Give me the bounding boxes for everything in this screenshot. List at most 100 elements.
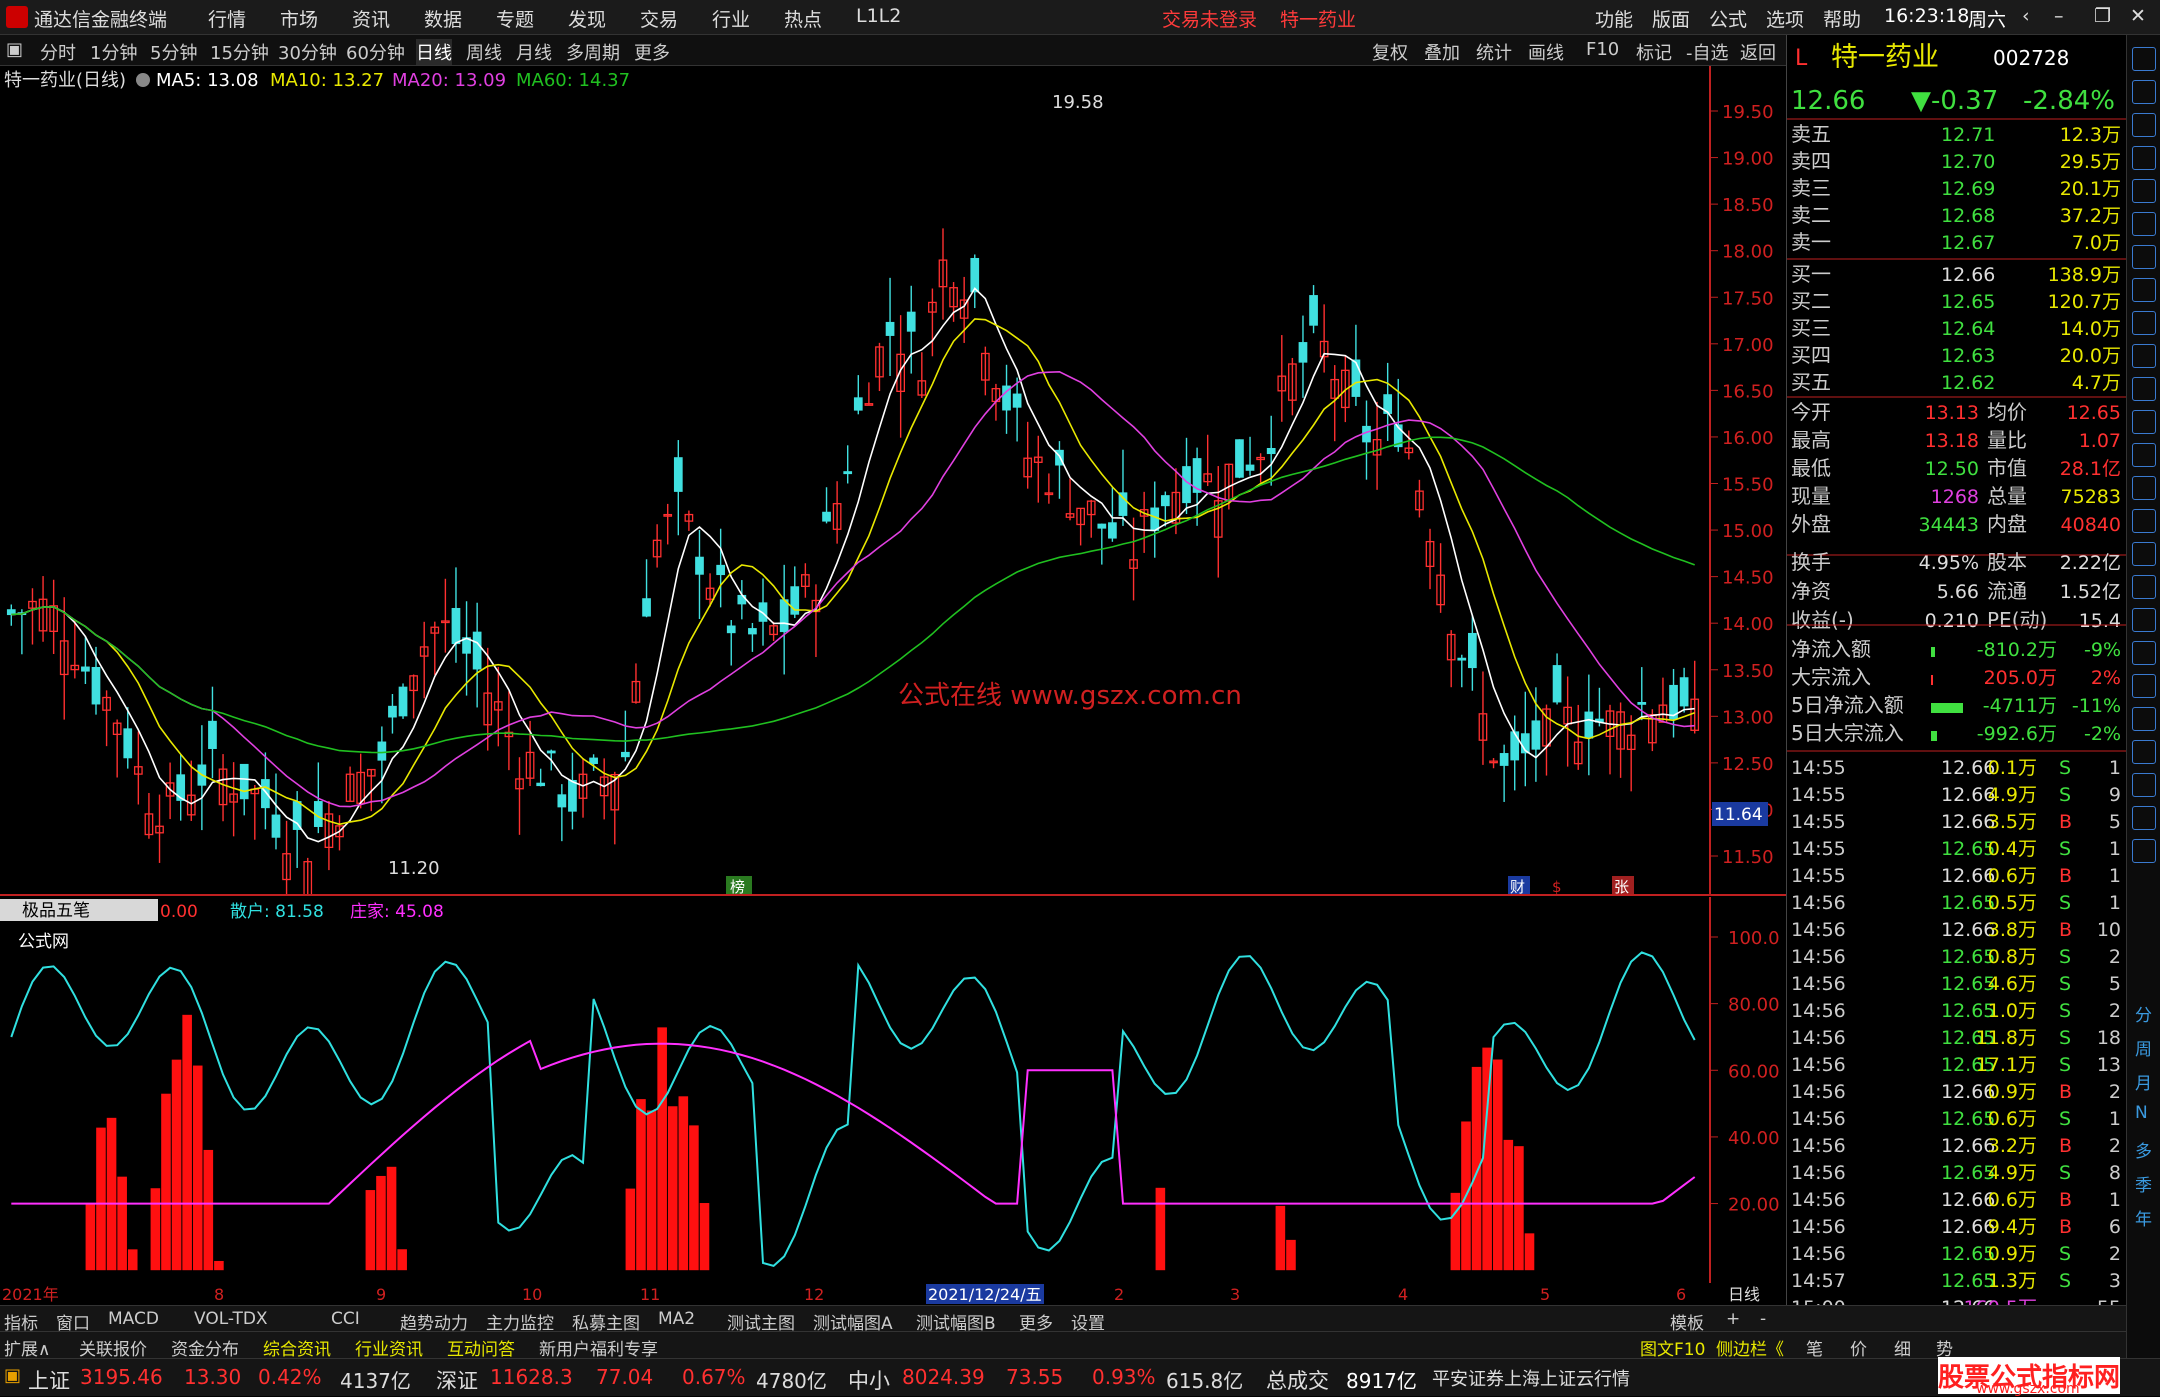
info-tab[interactable]: 互动问答: [447, 1335, 515, 1360]
side-tool-icon[interactable]: [2132, 146, 2156, 170]
indicator-tab[interactable]: MACD: [108, 1309, 159, 1329]
panel-tab[interactable]: 图文F10: [1640, 1335, 1705, 1360]
marker[interactable]: $: [1552, 878, 1562, 896]
period-button[interactable]: 多周期: [566, 39, 620, 65]
tool-button[interactable]: 标记: [1636, 39, 1672, 65]
side-tool-icon[interactable]: [2132, 575, 2156, 599]
side-tool-icon[interactable]: [2132, 707, 2156, 731]
close-icon[interactable]: ✕: [2130, 5, 2146, 27]
menu-item[interactable]: 版面: [1652, 5, 1690, 32]
side-tool-icon[interactable]: [2132, 377, 2156, 401]
period-button[interactable]: 5分钟: [150, 39, 197, 65]
side-tool-icon[interactable]: [2132, 311, 2156, 335]
side-period-button[interactable]: 季: [2135, 1171, 2152, 1196]
index-name[interactable]: 上证: [28, 1365, 70, 1395]
side-tool-icon[interactable]: [2132, 278, 2156, 302]
side-tool-icon[interactable]: [2132, 410, 2156, 434]
panel-tab[interactable]: 笔: [1806, 1335, 1823, 1360]
side-period-button[interactable]: 月: [2135, 1069, 2152, 1094]
period-button[interactable]: 周线: [466, 39, 502, 65]
info-tab[interactable]: 扩展∧: [4, 1335, 50, 1360]
more-button[interactable]: 更多: [634, 39, 670, 65]
candlestick-chart[interactable]: 特一药业(日线) MA5: 13.08 MA10: 13.27 MA20: 13…: [0, 66, 1786, 896]
indicator-tab[interactable]: CCI: [331, 1309, 360, 1329]
side-tool-icon[interactable]: [2132, 443, 2156, 467]
menu-item[interactable]: 专题: [496, 5, 534, 32]
menu-item[interactable]: 资讯: [352, 5, 390, 32]
panel-tab[interactable]: 细: [1894, 1335, 1911, 1360]
side-tool-icon[interactable]: [2132, 344, 2156, 368]
side-tool-icon[interactable]: [2132, 509, 2156, 533]
tool-button[interactable]: F10: [1586, 39, 1619, 60]
info-tab[interactable]: 行业资讯: [355, 1335, 423, 1360]
side-period-button[interactable]: 多: [2135, 1137, 2152, 1162]
settings-icon[interactable]: [136, 73, 150, 87]
side-tool-icon[interactable]: [2132, 212, 2156, 236]
side-tool-icon[interactable]: [2132, 641, 2156, 665]
tool-button[interactable]: 画线: [1528, 39, 1564, 65]
info-tab[interactable]: 资金分布: [171, 1335, 239, 1360]
panel-tab[interactable]: 侧边栏《: [1716, 1335, 1784, 1360]
tool-button[interactable]: -自选: [1686, 39, 1729, 65]
index-name[interactable]: 中小: [848, 1365, 890, 1395]
indicator-tab[interactable]: VOL-TDX: [194, 1309, 268, 1329]
menu-item[interactable]: 交易: [640, 5, 678, 32]
side-tool-icon[interactable]: [2132, 80, 2156, 104]
side-tool-icon[interactable]: [2132, 773, 2156, 797]
marker[interactable]: 张: [1614, 878, 1629, 896]
menu-item[interactable]: 发现: [568, 5, 606, 32]
stock-tab[interactable]: 特一药业: [1280, 5, 1356, 32]
status-icon[interactable]: ▣: [4, 1365, 21, 1386]
period-button[interactable]: 月线: [516, 39, 552, 65]
side-tool-icon[interactable]: [2132, 806, 2156, 830]
period-button[interactable]: 分时: [40, 39, 76, 65]
index-name[interactable]: 深证: [436, 1365, 478, 1395]
period-button[interactable]: 1分钟: [90, 39, 137, 65]
side-period-button[interactable]: 周: [2135, 1035, 2152, 1060]
panel-tab[interactable]: 价: [1850, 1335, 1867, 1360]
period-button[interactable]: 30分钟: [278, 39, 337, 65]
side-period-button[interactable]: 分: [2135, 1001, 2152, 1026]
side-tool-icon[interactable]: [2132, 740, 2156, 764]
tab-control[interactable]: +: [1726, 1309, 1740, 1329]
indicator-name[interactable]: 极品五笔: [22, 901, 90, 921]
back-icon[interactable]: ‹: [2022, 5, 2030, 27]
menu-item[interactable]: 帮助: [1823, 5, 1861, 32]
menu-item[interactable]: 市场: [280, 5, 318, 32]
indicator-chart[interactable]: 极品五笔 0.00 散户: 81.58 庄家: 45.08 公式网 100.0 8…: [0, 897, 1786, 1287]
tab-control[interactable]: -: [1760, 1309, 1766, 1329]
toolbar-toggle-icon[interactable]: ▣: [6, 39, 23, 60]
menu-item[interactable]: 功能: [1595, 5, 1633, 32]
info-tab[interactable]: 综合资讯: [263, 1335, 331, 1360]
menu-item[interactable]: 选项: [1766, 5, 1804, 32]
side-period-button[interactable]: 年: [2135, 1205, 2152, 1230]
side-period-button[interactable]: N: [2135, 1103, 2148, 1123]
info-tab[interactable]: 新用户福利专享: [539, 1335, 658, 1360]
side-tool-icon[interactable]: [2132, 608, 2156, 632]
minimize-icon[interactable]: –: [2054, 5, 2064, 27]
side-tool-icon[interactable]: [2132, 476, 2156, 500]
period-button[interactable]: 15分钟: [210, 39, 269, 65]
menu-item[interactable]: 热点: [784, 5, 822, 32]
tool-button[interactable]: 叠加: [1424, 39, 1460, 65]
side-tool-icon[interactable]: [2132, 113, 2156, 137]
restore-icon[interactable]: ❐: [2094, 5, 2111, 27]
marker[interactable]: 榜: [730, 878, 745, 896]
side-tool-icon[interactable]: [2132, 674, 2156, 698]
menu-item[interactable]: 行情: [208, 5, 246, 32]
period-button-active[interactable]: 日线: [416, 39, 452, 65]
side-tool-icon[interactable]: [2132, 245, 2156, 269]
tool-button[interactable]: 返回: [1740, 39, 1776, 65]
side-tool-icon[interactable]: [2132, 542, 2156, 566]
menu-item[interactable]: L1L2: [856, 5, 901, 27]
tool-button[interactable]: 统计: [1476, 39, 1512, 65]
marker[interactable]: 财: [1510, 878, 1525, 896]
menu-item[interactable]: 公式: [1709, 5, 1747, 32]
indicator-tab[interactable]: MA2: [658, 1309, 695, 1329]
side-tool-icon[interactable]: [2132, 839, 2156, 863]
period-button[interactable]: 60分钟: [346, 39, 405, 65]
info-tab[interactable]: 关联报价: [79, 1335, 147, 1360]
side-tool-icon[interactable]: [2132, 47, 2156, 71]
tool-button[interactable]: 复权: [1372, 39, 1408, 65]
menu-item[interactable]: 行业: [712, 5, 750, 32]
